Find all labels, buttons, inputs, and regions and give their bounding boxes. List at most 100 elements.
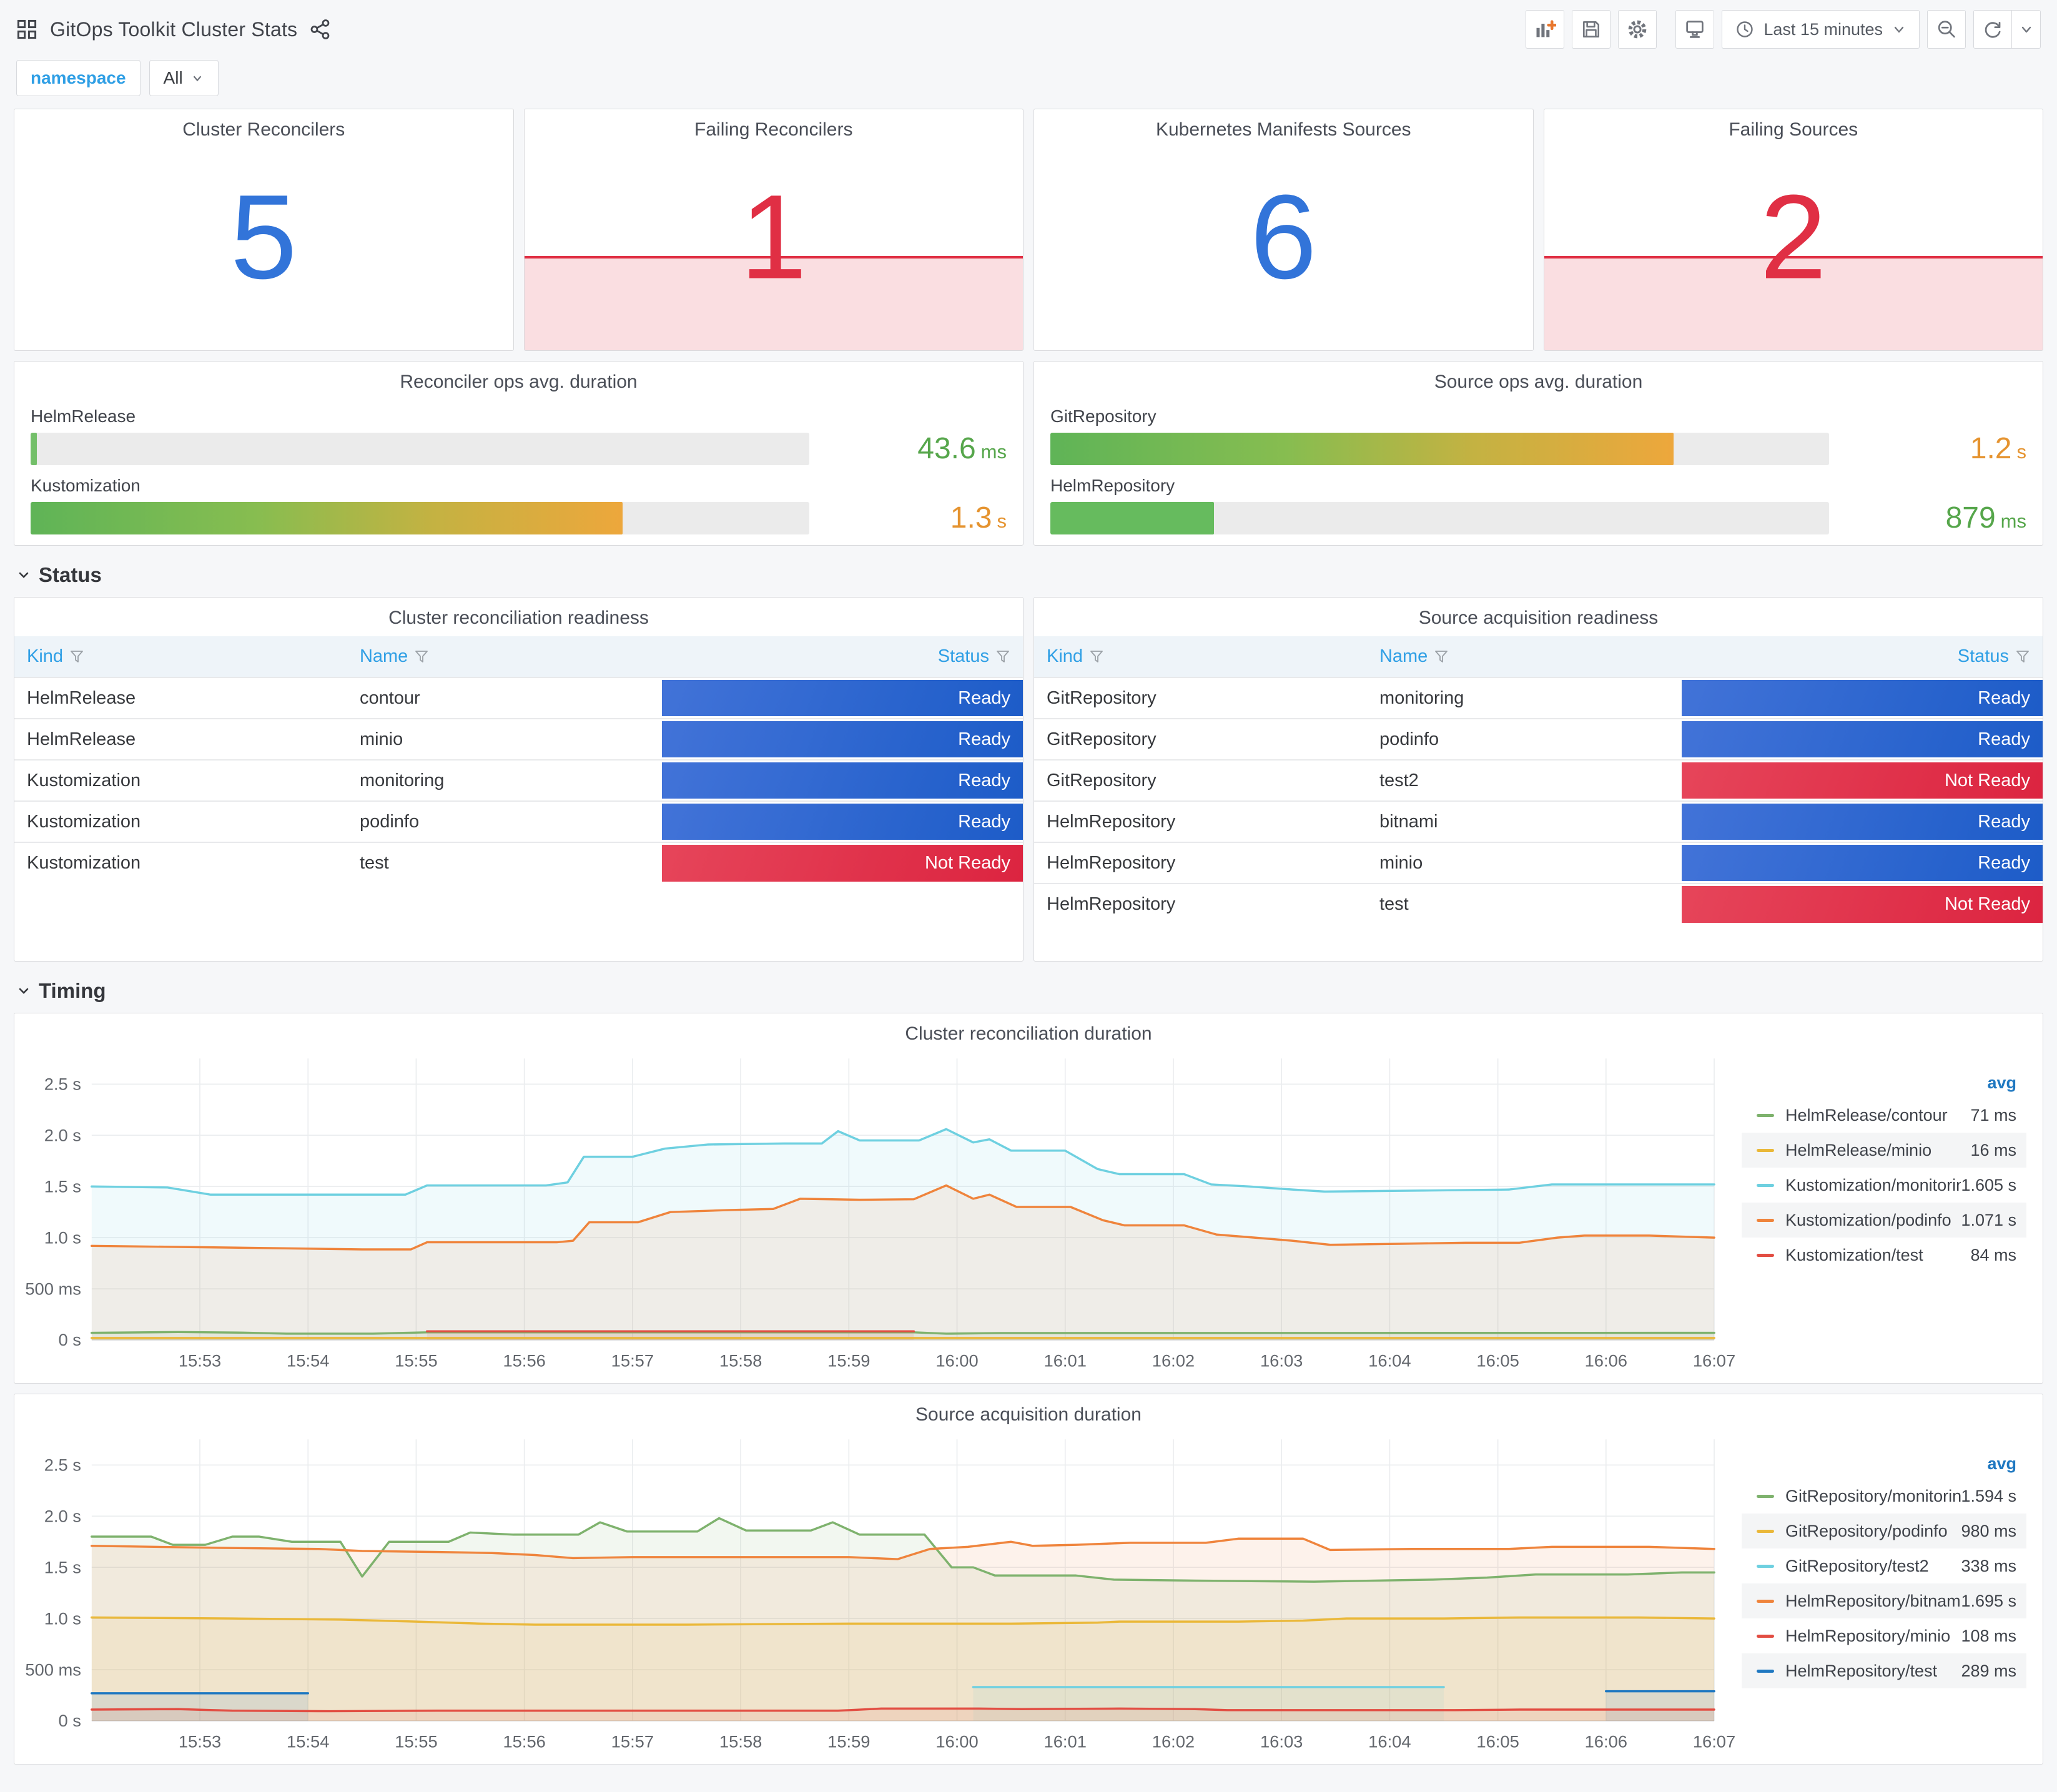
svg-text:15:59: 15:59 bbox=[827, 1352, 870, 1370]
cell-kind: Kustomization bbox=[14, 800, 347, 842]
gauge-track bbox=[1050, 432, 1829, 465]
gauge-value-unit: ms bbox=[980, 441, 1007, 463]
legend-series-name: Kustomization/monitoring bbox=[1785, 1175, 1961, 1194]
legend-item[interactable]: Kustomization/podinfo 1.071 s bbox=[1742, 1203, 2026, 1238]
legend-series-name: GitRepository/podinfo bbox=[1785, 1521, 1948, 1540]
column-header-label: Name bbox=[359, 646, 408, 666]
stat-panel: Failing Reconcilers 1 bbox=[523, 109, 1024, 351]
legend-avg-header[interactable]: avg bbox=[1742, 1073, 2026, 1098]
table-row: GitRepository monitoring Ready bbox=[1034, 677, 2043, 719]
legend-series-name: Kustomization/test bbox=[1785, 1245, 1923, 1264]
column-header-status[interactable]: Status bbox=[659, 636, 1023, 677]
legend-series-swatch bbox=[1757, 1183, 1774, 1187]
legend-item[interactable]: Kustomization/monitoring 1.605 s bbox=[1742, 1168, 2026, 1203]
status-badge: Not Ready bbox=[1681, 762, 2043, 799]
legend-series-swatch bbox=[1757, 1113, 1774, 1117]
legend-series-name: HelmRepository/test bbox=[1785, 1661, 1938, 1680]
legend-series-swatch bbox=[1757, 1494, 1774, 1498]
table-row: HelmRelease minio Ready bbox=[14, 718, 1023, 760]
cell-status: Not Ready bbox=[659, 842, 1023, 884]
svg-text:15:54: 15:54 bbox=[287, 1352, 329, 1370]
svg-text:2.5 s: 2.5 s bbox=[44, 1456, 81, 1474]
column-header-inner: Name bbox=[1379, 646, 1667, 667]
column-header-inner: Kind bbox=[27, 646, 335, 667]
tv-kiosk-button[interactable] bbox=[1675, 10, 1715, 49]
legend-item[interactable]: GitRepository/podinfo 980 ms bbox=[1742, 1514, 2026, 1548]
legend-avg-header[interactable]: avg bbox=[1742, 1454, 2026, 1479]
table-panel: Source acquisition readiness Kind Name Stat… bbox=[1033, 597, 2043, 962]
time-range-picker[interactable]: Last 15 minutes bbox=[1722, 10, 1920, 49]
chart-canvas: 15:53 15:54 15:55 15:56 15:57 15:58 15:59 16:00… bbox=[25, 1439, 1735, 1751]
cell-status: Ready bbox=[1679, 677, 2043, 719]
refresh-button[interactable] bbox=[1973, 10, 2012, 49]
table-row: GitRepository test2 Not Ready bbox=[1034, 759, 2043, 801]
timeseries-panel: Source acquisition duration 15:53 15:54 15:… bbox=[14, 1394, 2043, 1765]
cell-status: Ready bbox=[659, 759, 1023, 801]
add-panel-button[interactable] bbox=[1526, 10, 1565, 49]
gauge-value-number: 1.2 bbox=[1970, 432, 2012, 465]
legend-series-name: GitRepository/test2 bbox=[1785, 1556, 1929, 1575]
gauge-series-label: HelmRelease bbox=[31, 406, 136, 426]
svg-text:15:59: 15:59 bbox=[827, 1733, 870, 1751]
cell-kind: GitRepository bbox=[1034, 759, 1367, 801]
status-badge: Ready bbox=[661, 762, 1023, 799]
column-header-name[interactable]: Name bbox=[1366, 636, 1680, 677]
svg-text:15:57: 15:57 bbox=[611, 1352, 654, 1370]
cell-kind: HelmRepository bbox=[1034, 883, 1367, 925]
gauge-row: 1.2 s bbox=[1050, 431, 2026, 466]
legend-series-swatch bbox=[1757, 1564, 1774, 1568]
gauge-value-number: 1.3 bbox=[950, 501, 992, 534]
legend-item[interactable]: Kustomization/test 84 ms bbox=[1742, 1238, 2026, 1273]
section-toggle-timing[interactable]: Timing bbox=[16, 979, 2041, 1003]
gauge-fill bbox=[1050, 432, 1674, 465]
share-icon[interactable] bbox=[310, 19, 331, 40]
section-label-status: Status bbox=[39, 563, 102, 586]
cell-kind: Kustomization bbox=[14, 759, 347, 801]
cell-kind: Kustomization bbox=[14, 842, 347, 884]
stat-panel: Failing Sources 2 bbox=[1543, 109, 2043, 351]
legend-item[interactable]: HelmRelease/contour 71 ms bbox=[1742, 1098, 2026, 1133]
chart-plot-area: 15:53 15:54 15:55 15:56 15:57 15:58 15:59 16:00… bbox=[18, 1428, 1739, 1758]
section-toggle-status[interactable]: Status bbox=[16, 563, 2041, 587]
cell-status: Ready bbox=[659, 800, 1023, 842]
column-header-inner: Kind bbox=[1047, 646, 1354, 667]
legend-item[interactable]: GitRepository/monitoring 1.594 s bbox=[1742, 1479, 2026, 1514]
apps-grid-icon[interactable] bbox=[16, 19, 37, 40]
save-dashboard-button[interactable] bbox=[1572, 10, 1611, 49]
legend-item[interactable]: HelmRepository/bitnami 1.695 s bbox=[1742, 1583, 2026, 1618]
column-header-kind[interactable]: Kind bbox=[14, 636, 347, 677]
svg-text:15:56: 15:56 bbox=[503, 1352, 545, 1370]
filter-funnel-icon bbox=[997, 650, 1009, 662]
cell-name: contour bbox=[347, 677, 660, 719]
column-header-kind[interactable]: Kind bbox=[1034, 636, 1367, 677]
legend-series-swatch bbox=[1757, 1253, 1774, 1257]
legend-series-name: HelmRelease/minio bbox=[1785, 1140, 1932, 1159]
legend-item[interactable]: HelmRepository/minio 108 ms bbox=[1742, 1618, 2026, 1653]
table-row: Kustomization podinfo Ready bbox=[14, 800, 1023, 842]
legend-item[interactable]: HelmRelease/minio 16 ms bbox=[1742, 1133, 2026, 1168]
filter-funnel-icon bbox=[71, 650, 83, 662]
column-header-name[interactable]: Name bbox=[347, 636, 660, 677]
table-row: GitRepository podinfo Ready bbox=[1034, 718, 2043, 760]
column-header-status[interactable]: Status bbox=[1679, 636, 2043, 677]
cell-name: minio bbox=[347, 718, 660, 760]
page-title: GitOps Toolkit Cluster Stats bbox=[50, 17, 298, 41]
status-badge: Ready bbox=[1681, 680, 2043, 716]
namespace-filter-label[interactable]: namespace bbox=[16, 60, 141, 96]
settings-gear-icon[interactable] bbox=[1618, 10, 1657, 49]
chart-plot-area: 15:53 15:54 15:55 15:56 15:57 15:58 15:59 16:00… bbox=[18, 1047, 1739, 1377]
svg-text:16:03: 16:03 bbox=[1260, 1733, 1303, 1751]
svg-text:16:02: 16:02 bbox=[1152, 1733, 1195, 1751]
legend-series-swatch bbox=[1757, 1529, 1774, 1533]
gauge-track bbox=[31, 501, 809, 534]
column-header-inner: Status bbox=[1692, 646, 2030, 667]
namespace-filter-value[interactable]: All bbox=[149, 60, 219, 96]
template-variables-row: namespace All bbox=[0, 52, 2057, 109]
zoom-out-time-button[interactable] bbox=[1927, 10, 1966, 49]
legend-series-swatch bbox=[1757, 1599, 1774, 1603]
column-header-label: Status bbox=[1957, 646, 2009, 666]
legend-item[interactable]: GitRepository/test2 338 ms bbox=[1742, 1548, 2026, 1583]
refresh-interval-dropdown[interactable] bbox=[2012, 10, 2041, 49]
legend-item[interactable]: HelmRepository/test 289 ms bbox=[1742, 1653, 2026, 1688]
bargauge-panel: Reconciler ops avg. duration HelmRelease 4… bbox=[14, 361, 1024, 546]
